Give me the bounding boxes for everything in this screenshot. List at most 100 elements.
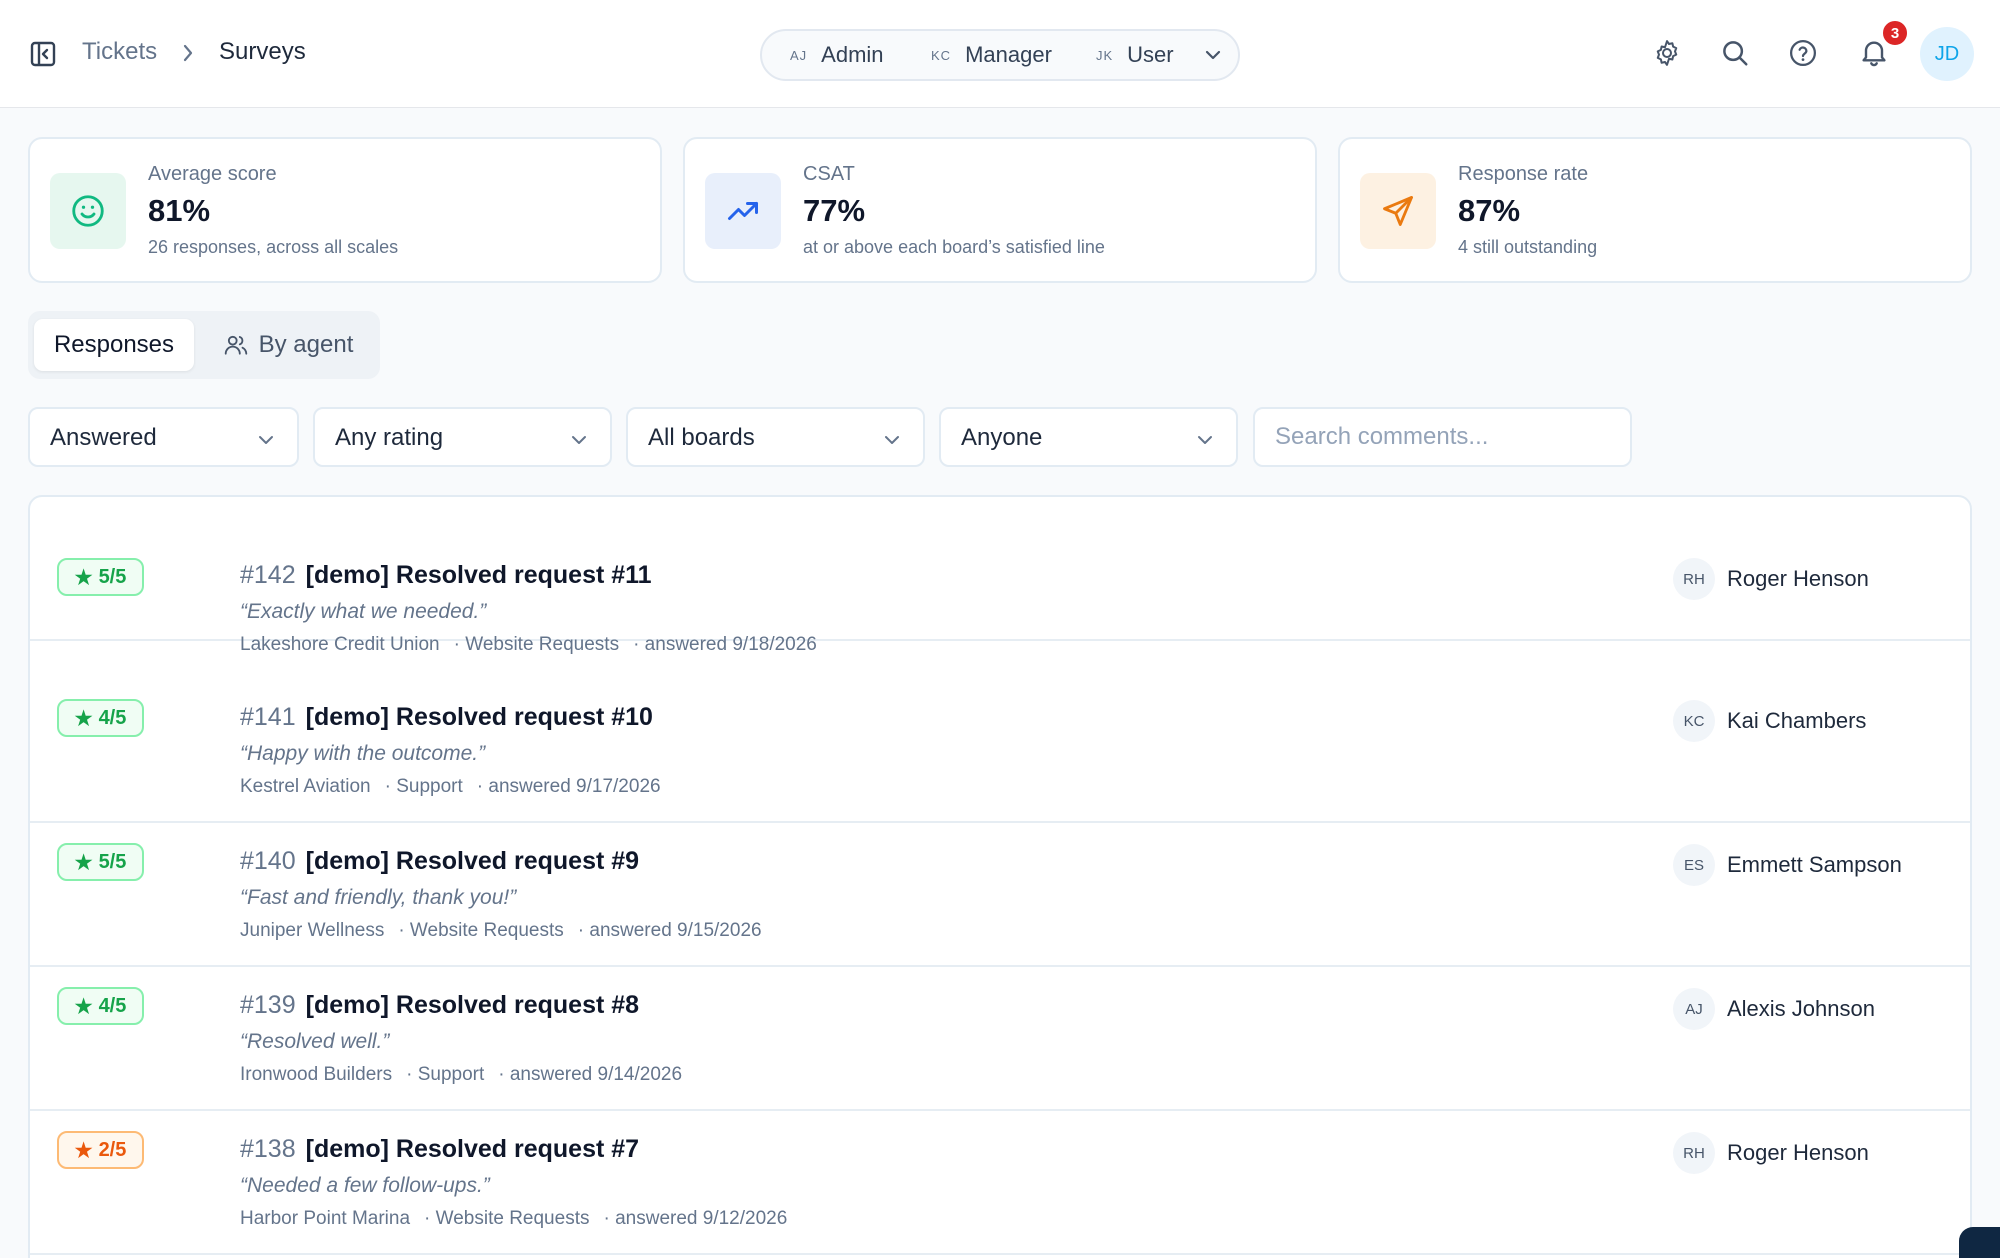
agent-avatar: AJ <box>1673 988 1715 1030</box>
chevron-down-icon <box>259 436 273 444</box>
role-initials: AJ <box>790 47 808 63</box>
response-title[interactable]: #141 [demo] Resolved request #10 <box>240 703 653 732</box>
tab-label: By agent <box>258 331 354 358</box>
user-avatar[interactable]: JD <box>1920 27 1974 81</box>
chevron-right-icon <box>183 44 193 62</box>
stat-value: 87% <box>1458 193 1521 228</box>
role-label: Manager <box>965 42 1052 67</box>
stat-subtext: 26 responses, across all scales <box>148 237 399 257</box>
agent-name: Emmett Sampson <box>1727 852 1902 877</box>
response-comment: “Resolved well.” <box>240 1030 390 1053</box>
stat-icon-box <box>705 173 781 249</box>
response-comment: “Needed a few follow-ups.” <box>240 1174 490 1197</box>
filter-status-select[interactable]: Answered <box>28 407 299 467</box>
stat-icon-box <box>50 173 126 249</box>
rating-badge: ★ 5/5 <box>57 558 144 596</box>
agent: RH Roger Henson <box>1673 1132 1869 1174</box>
stat-label: Response rate <box>1458 163 1589 185</box>
company-name: Juniper Wellness <box>240 920 385 941</box>
role-manager[interactable]: KC Manager <box>931 31 1052 79</box>
view-tabs: Responses By agent <box>28 311 380 379</box>
filter-board-select[interactable]: All boards <box>626 407 925 467</box>
board-name: · Website Requests <box>424 1208 590 1229</box>
response-row[interactable]: ★ 2/5 #138 [demo] Resolved request #7 “Nee… <box>30 1111 1970 1255</box>
role-initials: KC <box>931 47 952 63</box>
tab-by-agent[interactable]: By agent <box>218 319 358 371</box>
search-comments-input[interactable] <box>1253 407 1632 467</box>
rating-value: 4/5 <box>98 706 127 729</box>
agent-name: Kai Chambers <box>1727 708 1867 733</box>
response-title[interactable]: #140 [demo] Resolved request #9 <box>240 847 639 876</box>
agent-avatar: RH <box>1673 558 1715 600</box>
role-label: User <box>1127 42 1174 67</box>
ticket-subject: [demo] Resolved request #11 <box>305 561 652 589</box>
help-icon[interactable] <box>1788 38 1818 68</box>
agent-name: Roger Henson <box>1727 566 1869 591</box>
filter-rating-select[interactable]: Any rating <box>313 407 612 467</box>
rating-badge: ★ 4/5 <box>57 987 144 1025</box>
rating-value: 5/5 <box>98 565 127 588</box>
rating-badge: ★ 2/5 <box>57 1131 144 1169</box>
breadcrumb-current: Surveys <box>219 38 306 65</box>
sidebar-toggle-icon[interactable] <box>30 41 56 67</box>
response-title[interactable]: #138 [demo] Resolved request #7 <box>240 1135 639 1164</box>
ticket-number: #142 <box>240 561 296 589</box>
stat-subtext: at or above each board’s satisfied line <box>803 237 1105 257</box>
filter-agent-select[interactable]: Anyone <box>939 407 1238 467</box>
star-icon: ★ <box>74 851 93 874</box>
stat-value: 81% <box>148 193 211 228</box>
answered-date: · answered 9/18/2026 <box>633 634 817 655</box>
board-name: · Support <box>384 776 463 797</box>
response-row[interactable]: ★ 5/5 #140 [demo] Resolved request #9 “Fas… <box>30 823 1970 967</box>
agent-avatar: RH <box>1673 1132 1715 1174</box>
rating-value: 2/5 <box>98 1138 127 1161</box>
tab-responses[interactable]: Responses <box>34 319 194 371</box>
smile-icon <box>72 195 104 227</box>
chevron-down-icon[interactable] <box>1204 46 1222 64</box>
agent: ES Emmett Sampson <box>1673 844 1902 886</box>
response-meta: Harbor Point Marina · Website Requests ·… <box>240 1208 801 1230</box>
response-meta: Juniper Wellness · Website Requests · an… <box>240 920 776 942</box>
stat-subtext: 4 still outstanding <box>1458 237 1598 257</box>
trending-up-icon <box>728 202 758 220</box>
company-name: Kestrel Aviation <box>240 776 371 797</box>
send-icon <box>1383 196 1413 226</box>
agent: KC Kai Chambers <box>1673 700 1866 742</box>
role-admin[interactable]: AJ Admin <box>790 31 884 79</box>
stat-icon-box <box>1360 173 1436 249</box>
answered-date: · answered 9/17/2026 <box>476 776 661 797</box>
filter-value: Any rating <box>335 424 444 451</box>
response-title[interactable]: #142 [demo] Resolved request #11 <box>240 561 652 590</box>
stat-card-average-score: Average score 81% 26 responses, across a… <box>28 137 662 283</box>
ticket-subject: [demo] Resolved request #7 <box>305 1135 640 1163</box>
ticket-number: #139 <box>240 991 296 1019</box>
ticket-number: #140 <box>240 847 296 875</box>
breadcrumb-tickets[interactable]: Tickets <box>82 38 157 66</box>
gear-icon[interactable] <box>1652 38 1682 68</box>
filter-value: Anyone <box>961 424 1043 451</box>
top-bar: Tickets Surveys AJ Admin KC Manager JK U… <box>0 0 2000 108</box>
star-icon: ★ <box>74 707 93 730</box>
response-row[interactable]: ★ 4/5 #141 [demo] Resolved request #10 “Ha… <box>30 679 1970 823</box>
role-user[interactable]: JK User <box>1096 31 1174 79</box>
agent-name: Alexis Johnson <box>1727 996 1875 1021</box>
ticket-subject: [demo] Resolved request #8 <box>305 991 640 1019</box>
chevron-down-icon <box>885 436 899 444</box>
response-row[interactable]: ★ 5/5 #142 [demo] Resolved request #11 “Ex… <box>30 497 1970 655</box>
response-comment: “Exactly what we needed.” <box>240 600 487 623</box>
stat-card-response-rate: Response rate 87% 4 still outstanding <box>1338 137 1972 283</box>
rating-badge: ★ 5/5 <box>57 843 144 881</box>
company-name: Harbor Point Marina <box>240 1208 411 1229</box>
response-title[interactable]: #139 [demo] Resolved request #8 <box>240 991 639 1020</box>
chevron-down-icon <box>1198 436 1212 444</box>
response-row[interactable]: ★ 4/5 #139 [demo] Resolved request #8 “Res… <box>30 967 1970 1111</box>
chevron-down-icon <box>572 436 586 444</box>
star-icon: ★ <box>74 1139 93 1162</box>
response-meta: Kestrel Aviation · Support · answered 9/… <box>240 776 675 798</box>
company-name: Lakeshore Credit Union <box>240 634 440 655</box>
role-switcher[interactable]: AJ Admin KC Manager JK User <box>760 29 1240 81</box>
chat-launcher-button[interactable] <box>1959 1227 2000 1258</box>
search-icon[interactable] <box>1720 38 1750 68</box>
filter-value: Answered <box>50 424 157 451</box>
rating-badge: ★ 4/5 <box>57 699 144 737</box>
